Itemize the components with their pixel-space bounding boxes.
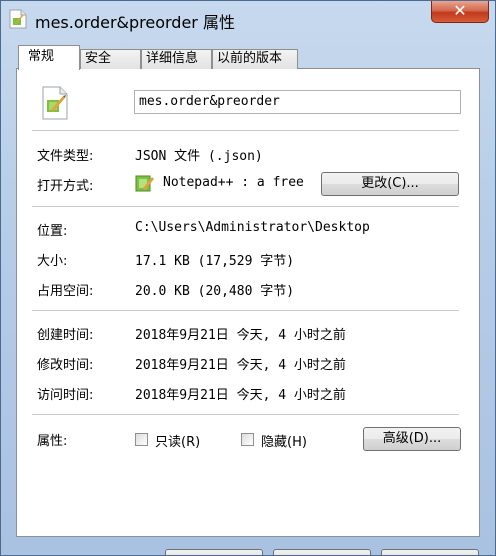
properties-window: mes.order&preorder 属性 ✕ 常规 安全 详细信息 以前的版本… [0, 0, 496, 556]
readonly-label[interactable]: 只读(R) [155, 431, 200, 450]
divider [32, 414, 459, 415]
location-value: C:\Users\Administrator\Desktop [135, 220, 370, 235]
title-bar[interactable]: mes.order&preorder 属性 ✕ [1, 1, 495, 35]
readonly-checkbox[interactable] [135, 433, 148, 446]
hidden-checkbox[interactable] [241, 433, 254, 446]
change-button[interactable]: 更改(C)... [321, 172, 459, 196]
close-icon: ✕ [453, 1, 467, 20]
divider [32, 206, 459, 207]
attributes-label: 属性: [37, 434, 68, 449]
notepadpp-file-icon [9, 9, 27, 29]
tab-label: 安全 [85, 51, 112, 66]
cancel-button[interactable] [273, 549, 371, 555]
tab-label: 以前的版本 [217, 51, 283, 66]
modified-label: 修改时间: [37, 358, 94, 373]
open-with-label: 打开方式: [37, 179, 94, 194]
disk-size-value: 20.0 KB (20,480 字节) [135, 284, 295, 299]
location-label: 位置: [37, 224, 68, 239]
ok-button[interactable] [165, 549, 263, 555]
created-value: 2018年9月21日 今天, 4 小时之前 [135, 328, 346, 343]
size-label: 大小: [37, 254, 68, 269]
disk-size-label: 占用空间: [37, 284, 94, 299]
tab-label: 详细信息 [146, 51, 199, 66]
tab-details[interactable]: 详细信息 [141, 49, 212, 69]
filename-input[interactable]: mes.order&preorder [134, 90, 461, 114]
tab-security[interactable]: 安全 [80, 49, 141, 69]
accessed-label: 访问时间: [37, 388, 94, 403]
created-label: 创建时间: [37, 328, 94, 343]
file-type-icon [41, 86, 69, 124]
close-button[interactable]: ✕ [431, 1, 489, 23]
tab-panel-general [16, 68, 480, 537]
notepadpp-icon [135, 173, 155, 197]
modified-value: 2018年9月21日 今天, 4 小时之前 [135, 358, 346, 373]
tab-general[interactable]: 常规 [18, 45, 80, 70]
divider [32, 130, 459, 131]
size-value: 17.1 KB (17,529 字节) [135, 254, 295, 269]
tab-label: 常规 [28, 49, 55, 64]
tab-previous-versions[interactable]: 以前的版本 [212, 49, 298, 69]
file-type-label: 文件类型: [37, 149, 94, 164]
file-type-value: JSON 文件 (.json) [135, 149, 263, 164]
apply-button[interactable] [381, 549, 479, 555]
accessed-value: 2018年9月21日 今天, 4 小时之前 [135, 388, 346, 403]
divider [32, 310, 459, 311]
hidden-label[interactable]: 隐藏(H) [261, 431, 307, 450]
window-title: mes.order&preorder 属性 [35, 13, 235, 32]
advanced-button[interactable]: 高级(D)... [363, 427, 461, 451]
open-with-value: Notepad++ : a free [163, 175, 304, 190]
